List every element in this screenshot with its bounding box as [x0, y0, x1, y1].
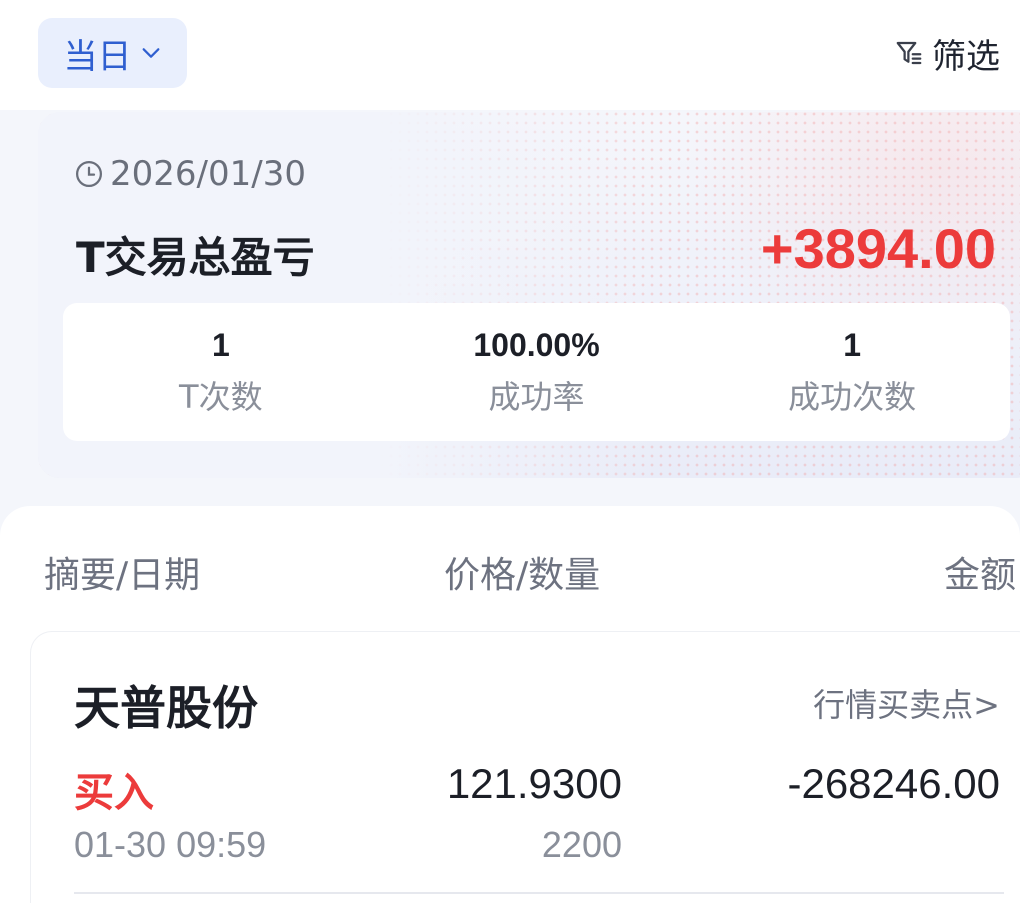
trade-time: 01-30 09:59 [74, 824, 267, 865]
market-buy-sell-link[interactable]: 行情买卖点> [813, 680, 1000, 726]
total-pnl-value: +3894.00 [760, 217, 996, 280]
date-text: 2026/01/30 [110, 154, 306, 194]
stat-success-count: 1 成功次数 [694, 303, 1010, 441]
column-header-amount: 金额 [943, 555, 1016, 596]
stat-value: 1 [211, 326, 230, 363]
column-header-price: 价格/数量 [444, 555, 601, 596]
trade-quantity: 2200 [541, 824, 622, 865]
stat-value: 100.00% [473, 326, 600, 363]
filter-icon [896, 41, 922, 65]
top-bar: 当日 筛选 [0, 0, 1020, 110]
period-selector-button[interactable]: 当日 [38, 18, 187, 88]
filter-button[interactable]: 筛选 [894, 28, 1000, 78]
summary-date: 2026/01/30 [74, 154, 306, 194]
chevron-down-icon [142, 48, 159, 58]
trade-type: 买入 [74, 770, 154, 816]
trade-table: 摘要/日期 价格/数量 金额 天普股份 行情买卖点> 买入 01-30 09:5… [0, 506, 1020, 903]
stat-value: 1 [843, 326, 862, 363]
trade-card[interactable]: 天普股份 行情买卖点> 买入 01-30 09:59 121.9300 2200… [30, 631, 1020, 903]
summary-title: T交易总盈亏 [76, 233, 315, 282]
stats-box: 1 T次数 100.00% 成功率 1 成功次数 [63, 303, 1010, 441]
summary-card: 2026/01/30 T交易总盈亏 +3894.00 1 T次数 100.00%… [38, 112, 1020, 478]
column-header-summary: 摘要/日期 [44, 555, 201, 596]
trade-amount: -268246.00 [787, 760, 1000, 807]
stat-label: 成功次数 [788, 377, 917, 416]
clock-icon [76, 161, 102, 187]
period-label: 当日 [63, 36, 132, 77]
stat-success-rate: 100.00% 成功率 [379, 303, 695, 441]
stat-label: T次数 [179, 377, 263, 416]
stock-name: 天普股份 [74, 681, 258, 735]
filter-label: 筛选 [932, 36, 1000, 77]
stat-label: 成功率 [488, 377, 585, 416]
trade-price: 121.9300 [446, 760, 622, 807]
row-divider [74, 892, 1004, 894]
page: 当日 筛选 2026/01/30 T交易总盈亏 +3894.00 1 T次数 1… [0, 0, 1020, 903]
stat-t-count: 1 T次数 [63, 303, 379, 441]
